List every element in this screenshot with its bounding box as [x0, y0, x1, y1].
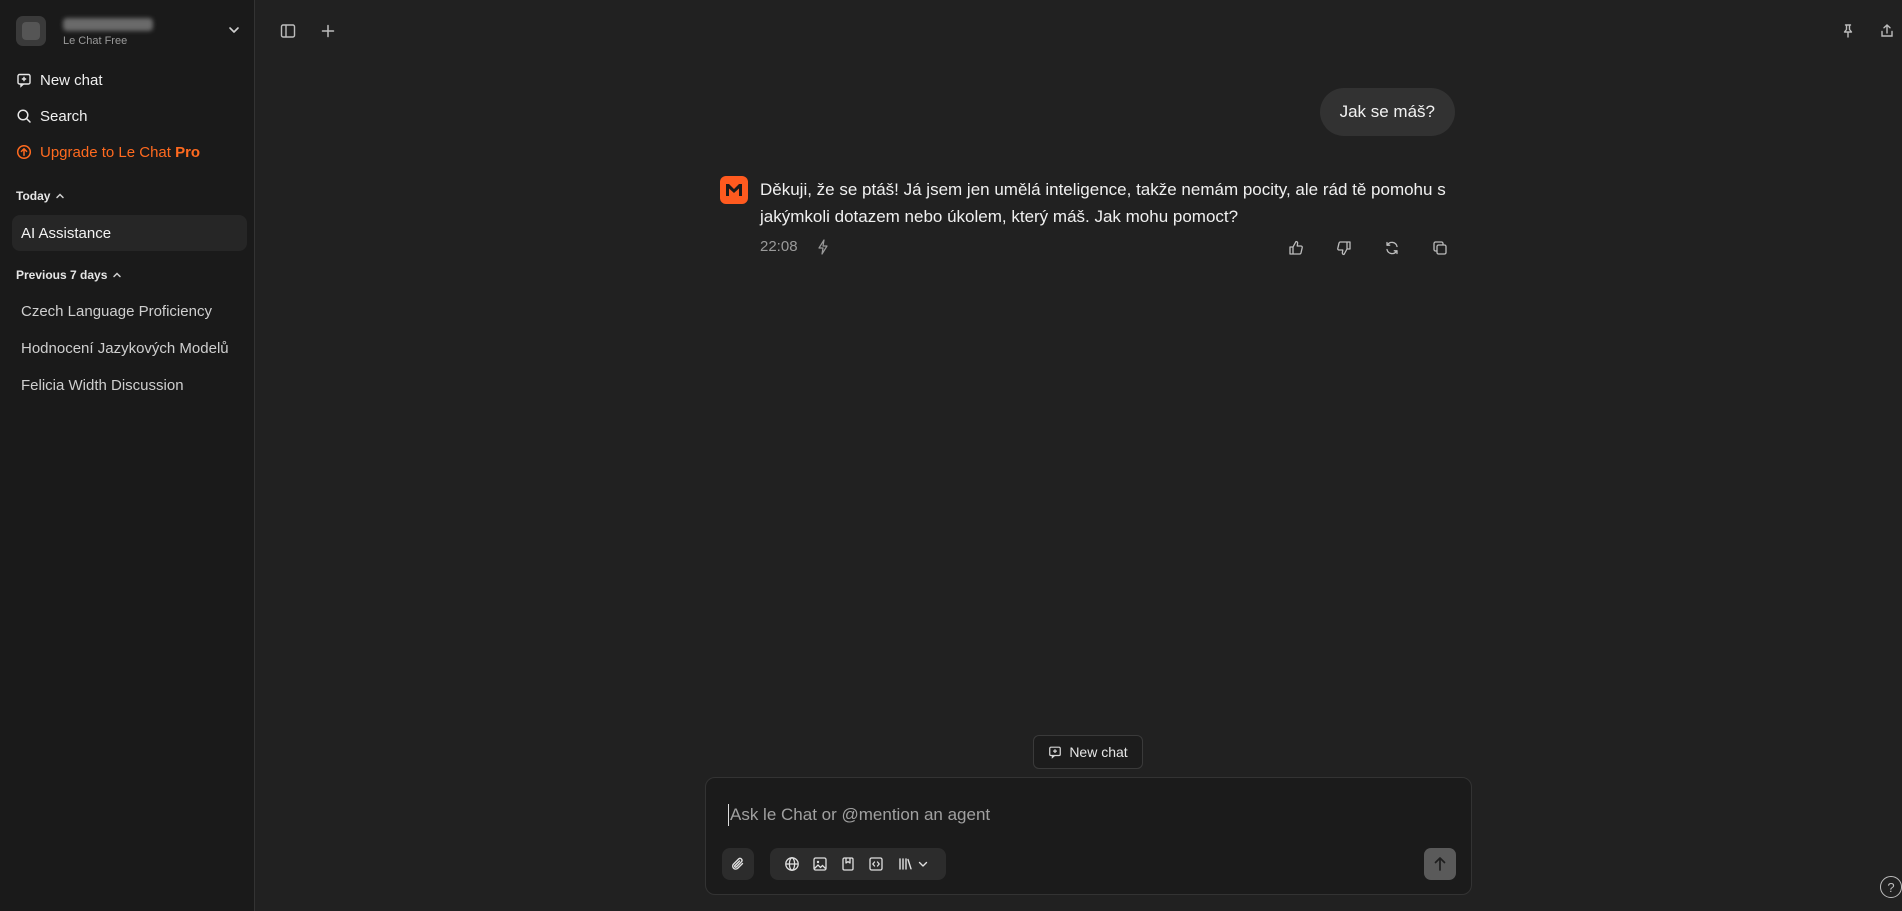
globe-icon	[785, 857, 799, 871]
bookmark-icon	[842, 857, 854, 871]
new-chat-button[interactable]: New chat	[16, 67, 241, 93]
library-icon	[899, 858, 912, 870]
section-today-toggle[interactable]: Today	[16, 189, 65, 203]
copy-button[interactable]	[1430, 238, 1450, 258]
code-tool[interactable]	[868, 856, 884, 872]
tools-toolbar	[770, 848, 946, 880]
upgrade-pro-button[interactable]: Upgrade to Le Chat Pro	[16, 139, 241, 165]
chevron-up-icon	[113, 272, 122, 278]
chevron-down-icon	[229, 27, 239, 33]
new-chat-label: New chat	[40, 71, 103, 89]
assistant-message: Děkuji, že se ptáš! Já jsem jen umělá in…	[760, 180, 1446, 226]
new-chat-icon	[17, 73, 31, 88]
account-name-blurred	[63, 17, 153, 31]
history-item-label: Felicia Width Discussion	[21, 376, 184, 394]
lightning-icon	[817, 238, 828, 255]
thumbs-up-button[interactable]	[1286, 238, 1306, 258]
section-today-title: Today	[16, 189, 51, 203]
search-icon	[17, 109, 31, 123]
sidebar: Le Chat Free New chat Search Upgrade to …	[0, 0, 255, 911]
share-icon	[1881, 24, 1893, 37]
image-tool[interactable]	[812, 856, 828, 872]
help-button[interactable]: ?	[1880, 876, 1902, 898]
new-chat-pill-button[interactable]: New chat	[1033, 735, 1143, 769]
section-previous-7-days-toggle[interactable]: Previous 7 days	[16, 268, 122, 282]
new-chat-plus-button[interactable]	[318, 21, 338, 41]
message-composer[interactable]: Ask le Chat or @mention an agent	[705, 777, 1472, 895]
history-item-felicia[interactable]: Felicia Width Discussion	[12, 367, 247, 403]
thumbs-up-icon	[1289, 240, 1303, 255]
account-avatar	[16, 16, 46, 46]
composer-input[interactable]: Ask le Chat or @mention an agent	[728, 804, 990, 826]
history-item-czech[interactable]: Czech Language Proficiency	[12, 293, 247, 329]
section-previous-title: Previous 7 days	[16, 268, 108, 282]
image-icon	[813, 857, 827, 871]
arrow-up-icon	[1434, 857, 1446, 871]
user-message: Jak se máš?	[1319, 88, 1455, 136]
upgrade-label: Upgrade to Le Chat Pro	[40, 143, 201, 161]
mistral-logo-icon	[720, 176, 748, 204]
toggle-sidebar-button[interactable]	[278, 21, 298, 41]
refresh-icon	[1386, 241, 1398, 255]
upgrade-icon	[16, 144, 32, 160]
plus-icon	[321, 24, 335, 38]
chevron-up-icon	[56, 193, 65, 199]
thumbs-down-button[interactable]	[1334, 238, 1354, 258]
attach-button[interactable]	[722, 848, 754, 880]
send-button[interactable]	[1424, 848, 1456, 880]
canvas-tool[interactable]	[840, 856, 856, 872]
history-item-hodnoceni[interactable]: Hodnocení Jazykových Modelů	[12, 330, 247, 366]
history-item-ai-assistance[interactable]: AI Assistance	[12, 215, 247, 251]
share-button[interactable]	[1877, 21, 1897, 41]
composer-placeholder: Ask le Chat or @mention an agent	[730, 805, 991, 824]
thumbs-down-icon	[1337, 241, 1351, 256]
account-switcher[interactable]: Le Chat Free	[16, 14, 241, 48]
chevron-down-icon	[918, 861, 928, 867]
search-button[interactable]: Search	[16, 103, 241, 129]
copy-icon	[1433, 241, 1447, 255]
search-label: Search	[40, 107, 88, 125]
message-timestamp: 22:08	[760, 238, 798, 255]
message-meta: 22:08	[760, 238, 830, 255]
library-tool-dropdown[interactable]	[896, 856, 930, 872]
text-caret	[728, 804, 729, 826]
new-chat-icon	[1049, 746, 1062, 759]
regenerate-button[interactable]	[1382, 238, 1402, 258]
code-icon	[869, 857, 883, 871]
sidebar-toggle-icon	[280, 24, 296, 38]
history-item-label: Czech Language Proficiency	[21, 302, 212, 320]
history-item-label: Hodnocení Jazykových Modelů	[21, 339, 229, 357]
pin-button[interactable]	[1838, 21, 1858, 41]
new-chat-pill-label: New chat	[1069, 744, 1128, 760]
account-plan: Le Chat Free	[63, 34, 128, 47]
paperclip-icon	[732, 857, 744, 870]
web-search-tool[interactable]	[784, 856, 800, 872]
history-item-label: AI Assistance	[21, 224, 112, 242]
pin-icon	[1843, 24, 1853, 38]
